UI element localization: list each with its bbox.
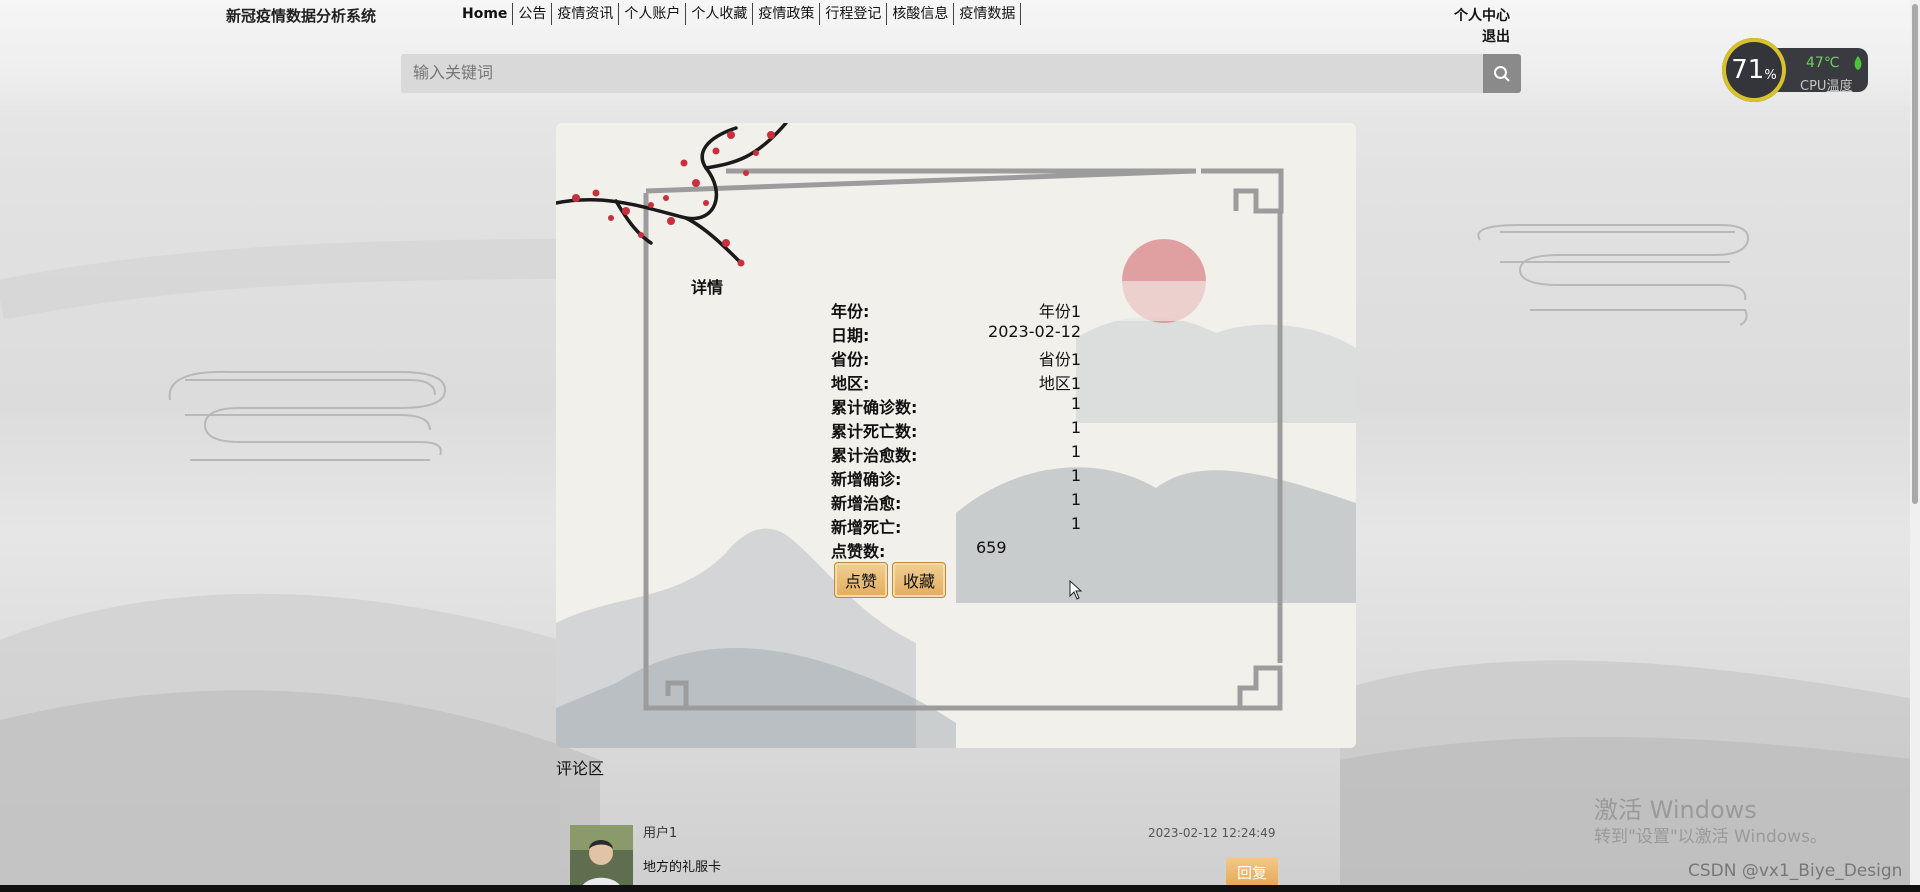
like-button[interactable]: 点赞 [834, 562, 888, 598]
detail-value: 省份1 [1038, 350, 1081, 369]
comment-section-title: 评论区 [556, 759, 605, 778]
top-navigation-bar: 新冠疫情数据分析系统 Home 公告 疫情资讯 个人账户 个人收藏 疫情政策 行… [0, 0, 1920, 105]
detail-row-total-recovered: 累计治愈数: 1 [831, 442, 1081, 466]
leaf-icon [1854, 56, 1862, 70]
user-center-link[interactable]: 个人中心 [1454, 5, 1510, 25]
search-icon [1494, 65, 1510, 82]
likes-count: 659 [976, 538, 1007, 557]
search-input[interactable] [401, 54, 1483, 93]
detail-row-new-recovered: 新增治愈: 1 [831, 490, 1081, 514]
nav-epidemic-news[interactable]: 疫情资讯 [552, 3, 620, 25]
detail-label: 累计确诊数: [831, 398, 918, 417]
nav-epidemic-policy[interactable]: 疫情政策 [753, 3, 821, 25]
detail-value: 1 [1070, 490, 1081, 509]
likes-label: 点赞数: [831, 542, 886, 561]
detail-row-new-deaths: 新增死亡: 1 [831, 514, 1081, 538]
detail-row-new-confirmed: 新增确诊: 1 [831, 466, 1081, 490]
detail-label: 新增治愈: [831, 494, 902, 513]
nav-trip-registration[interactable]: 行程登记 [820, 3, 888, 25]
detail-value: 2023-02-12 [988, 322, 1081, 341]
comment-text: 地方的礼服卡 [643, 860, 722, 875]
nav-epidemic-data[interactable]: 疫情数据 [954, 3, 1022, 25]
comment-username: 用户1 [643, 826, 678, 841]
favorite-button[interactable]: 收藏 [892, 562, 946, 598]
mouse-cursor-icon [1069, 580, 1083, 600]
details-heading: 详情 [691, 278, 724, 297]
detail-value: 1 [1070, 394, 1081, 413]
taskbar-edge [0, 885, 1920, 892]
detail-row-region: 地区: 地区1 [831, 370, 1081, 394]
detail-value: 地区1 [1038, 374, 1081, 393]
detail-row-total-confirmed: 累计确诊数: 1 [831, 394, 1081, 418]
scrollbar-thumb[interactable] [1912, 4, 1918, 504]
detail-value: 1 [1070, 442, 1081, 461]
main-nav: Home 公告 疫情资讯 个人账户 个人收藏 疫情政策 行程登记 核酸信息 疫情… [460, 3, 1022, 25]
windows-activation-hint: 转到"设置"以激活 Windows。 [1594, 827, 1827, 847]
detail-value: 1 [1070, 466, 1081, 485]
detail-value: 1 [1070, 418, 1081, 437]
nav-personal-favorites[interactable]: 个人收藏 [686, 3, 754, 25]
csdn-watermark: CSDN @vx1_Biye_Design [1688, 861, 1903, 881]
detail-label: 年份: [831, 302, 870, 321]
windows-activation-title: 激活 Windows [1594, 796, 1757, 824]
user-avatar-image [570, 825, 633, 892]
detail-row-date: 日期: 2023-02-12 [831, 322, 1081, 346]
detail-label: 累计死亡数: [831, 422, 918, 441]
nav-announcements[interactable]: 公告 [513, 3, 553, 25]
detail-label: 新增确诊: [831, 470, 902, 489]
nav-home[interactable]: Home [460, 3, 514, 25]
site-title: 新冠疫情数据分析系统 [226, 7, 377, 25]
cpu-temperature: 47℃ [1806, 55, 1840, 71]
reply-button[interactable]: 回复 [1226, 857, 1278, 887]
detail-label: 地区: [831, 374, 870, 393]
nav-personal-account[interactable]: 个人账户 [619, 3, 687, 25]
detail-label: 新增死亡: [831, 518, 902, 537]
detail-row-province: 省份: 省份1 [831, 346, 1081, 370]
cpu-usage-percent: 71% [1731, 55, 1777, 85]
detail-value: 1 [1070, 514, 1081, 533]
detail-label: 累计治愈数: [831, 446, 918, 465]
nav-nucleic-acid-info[interactable]: 核酸信息 [887, 3, 955, 25]
detail-row-likes: 点赞数: [831, 538, 951, 562]
comment-timestamp: 2023-02-12 12:24:49 [1148, 826, 1276, 840]
cpu-monitor-widget[interactable]: 71% 47℃ CPU温度 [1722, 38, 1870, 102]
search-button[interactable] [1483, 54, 1521, 93]
avatar [570, 825, 633, 892]
detail-label: 日期: [831, 326, 870, 345]
detail-value: 年份1 [1038, 302, 1081, 321]
logout-link[interactable]: 退出 [1482, 26, 1510, 46]
detail-label: 省份: [831, 350, 870, 369]
detail-row-total-deaths: 累计死亡数: 1 [831, 418, 1081, 442]
detail-row-year: 年份: 年份1 [831, 298, 1081, 322]
cpu-temp-label: CPU温度 [1800, 79, 1853, 94]
